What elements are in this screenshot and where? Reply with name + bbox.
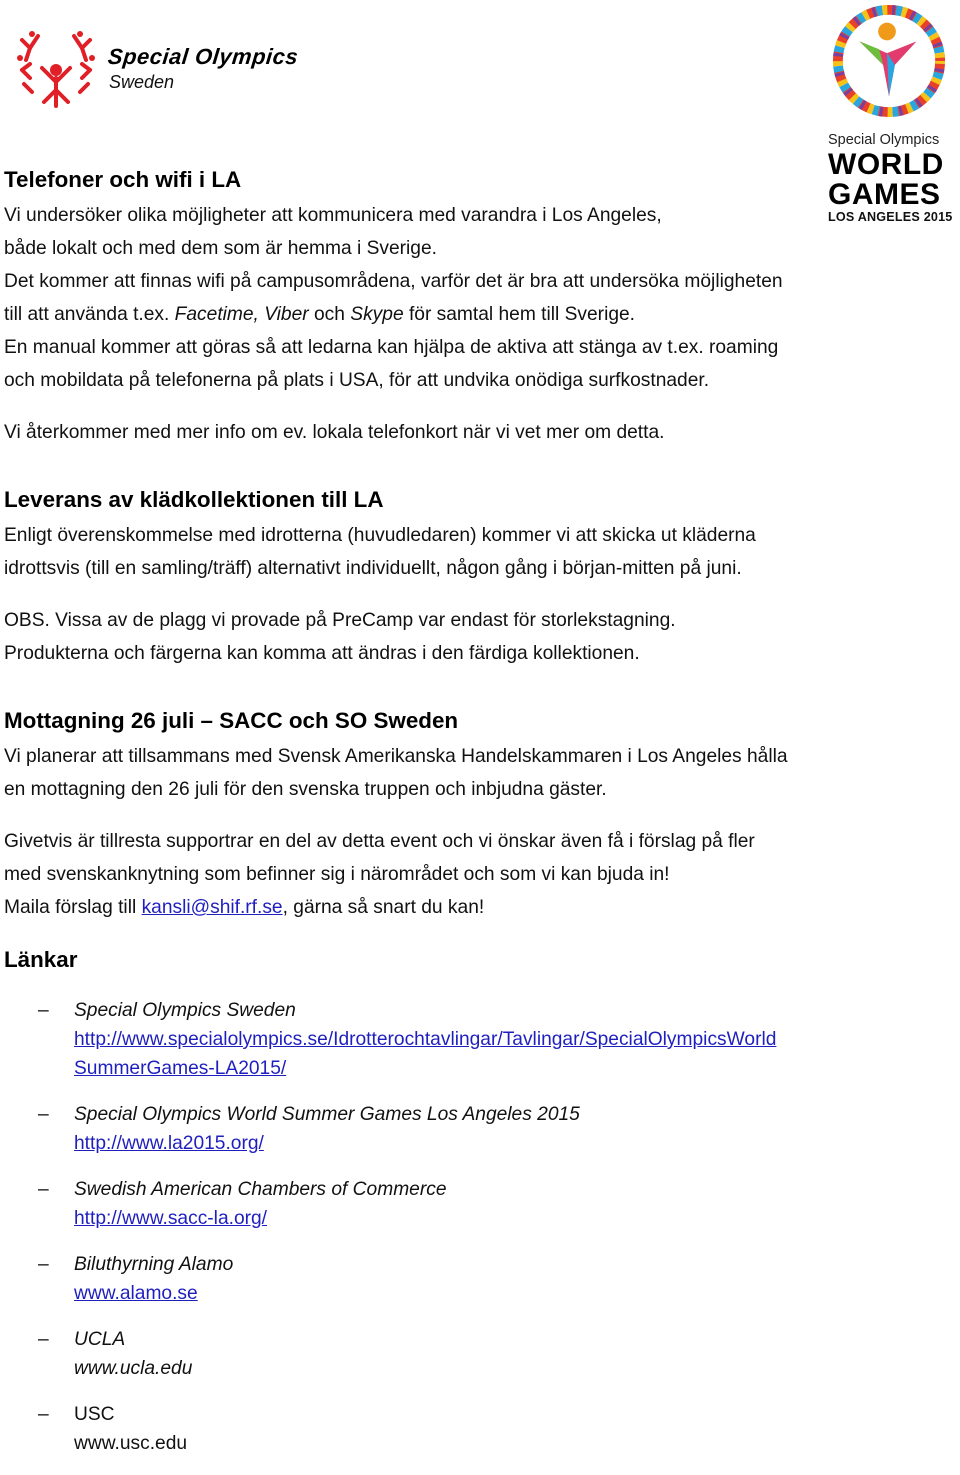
ucla-url-text: www.ucla.edu	[74, 1358, 193, 1379]
logo-subtitle: Sweden	[109, 72, 175, 92]
dash-bullet-icon: –	[38, 1000, 49, 1021]
section-reception: Mottagning 26 juli – SACC och SO Sweden …	[4, 704, 954, 924]
links-list: – Special Olympics Sweden http://www.spe…	[4, 996, 954, 1458]
paragraph-line: idrottsvis (till en samling/träff) alter…	[4, 558, 742, 579]
app-names: Facetime, Viber	[174, 304, 309, 325]
dash-bullet-icon: –	[38, 1404, 49, 1425]
paragraph-line: Det kommer att finnas wifi på campusområ…	[4, 271, 783, 292]
specialolympics-se-link-continued[interactable]: SummerGames-LA2015/	[74, 1054, 954, 1083]
app-name: Skype	[350, 304, 404, 325]
paragraph-line: både lokalt och med dem som är hemma i S…	[4, 238, 437, 259]
dash-bullet-icon: –	[38, 1179, 49, 1200]
text-fragment: och	[308, 304, 351, 325]
link-title: USC	[74, 1404, 115, 1425]
section-clothing-delivery: Leverans av klädkollektionen till LA Enl…	[4, 483, 954, 670]
dash-bullet-icon: –	[38, 1329, 49, 1350]
text-fragment: Maila förslag till	[4, 897, 142, 918]
section-heading: Leverans av klädkollektionen till LA	[4, 487, 384, 512]
paragraph-line: OBS. Vissa av de plagg vi provade på Pre…	[4, 610, 676, 631]
paragraph-line: Vi återkommer med mer info om ev. lokala…	[4, 422, 665, 443]
section-heading: Telefoner och wifi i LA	[4, 167, 242, 192]
section-phones-wifi: Telefoner och wifi i LA Vi undersöker ol…	[4, 163, 954, 449]
section-links: Länkar – Special Olympics Sweden http://…	[4, 943, 954, 1458]
la2015-link[interactable]: http://www.la2015.org/	[74, 1129, 954, 1158]
section-heading: Mottagning 26 juli – SACC och SO Sweden	[4, 708, 459, 733]
sacc-la-link[interactable]: http://www.sacc-la.org/	[74, 1204, 954, 1233]
specialolympics-se-link[interactable]: http://www.specialolympics.se/Idrotteroc…	[74, 1025, 954, 1054]
paragraph-line: Maila förslag till kansli@shif.rf.se, gä…	[4, 891, 954, 924]
paragraph-line: med svenskanknytning som befinner sig i …	[4, 864, 670, 885]
world-games-emblem-icon	[832, 4, 946, 118]
list-item: – Swedish American Chambers of Commerce …	[4, 1175, 954, 1233]
email-link[interactable]: kansli@shif.rf.se	[142, 897, 283, 918]
special-olympics-emblem-icon	[17, 31, 95, 108]
paragraph-line: en mottagning den 26 juli för den svensk…	[4, 779, 607, 800]
text-fragment: för samtal hem till Sverige.	[403, 304, 636, 325]
link-title: UCLA	[74, 1329, 126, 1350]
world-games-title: Special Olympics	[828, 132, 940, 148]
paragraph-line: Vi planerar att tillsammans med Svensk A…	[4, 746, 788, 767]
paragraph-line: Givetvis är tillresta supportrar en del …	[4, 831, 755, 852]
paragraph-line: Vi undersöker olika möjligheter att komm…	[4, 205, 662, 226]
text-fragment: till att använda t.ex.	[4, 304, 175, 325]
paragraph-line: och mobildata på telefonerna på plats i …	[4, 370, 710, 391]
alamo-link[interactable]: www.alamo.se	[74, 1279, 954, 1308]
logo-wordmark: Special Olympics	[106, 44, 300, 69]
link-title: Special Olympics World Summer Games Los …	[74, 1104, 580, 1125]
link-title: Biluthyrning Alamo	[74, 1254, 234, 1275]
dash-bullet-icon: –	[38, 1254, 49, 1275]
list-item: – USC www.usc.edu	[4, 1400, 954, 1458]
list-item: – Biluthyrning Alamo www.alamo.se	[4, 1250, 954, 1308]
link-title: Swedish American Chambers of Commerce	[74, 1179, 447, 1200]
dash-bullet-icon: –	[38, 1104, 49, 1125]
list-item: – Special Olympics World Summer Games Lo…	[4, 1100, 954, 1158]
paragraph-line: En manual kommer att göras så att ledarn…	[4, 337, 779, 358]
document-body: Telefoner och wifi i LA Vi undersöker ol…	[4, 163, 954, 1475]
link-title: Special Olympics Sweden	[74, 1000, 296, 1021]
list-item: – UCLA www.ucla.edu	[4, 1325, 954, 1383]
paragraph-line: Produkterna och färgerna kan komma att ä…	[4, 643, 640, 664]
paragraph-line: Enligt överenskommelse med idrotterna (h…	[4, 525, 756, 546]
document-page: Special Olympics Sweden Special Olympics…	[0, 0, 960, 1454]
special-olympics-sweden-logo: Special Olympics Sweden	[16, 30, 346, 114]
section-heading: Länkar	[4, 947, 78, 972]
paragraph-line: till att använda t.ex. Facetime, Viber o…	[4, 298, 954, 331]
text-fragment: , gärna så snart du kan!	[282, 897, 485, 918]
list-item: – Special Olympics Sweden http://www.spe…	[4, 996, 954, 1083]
